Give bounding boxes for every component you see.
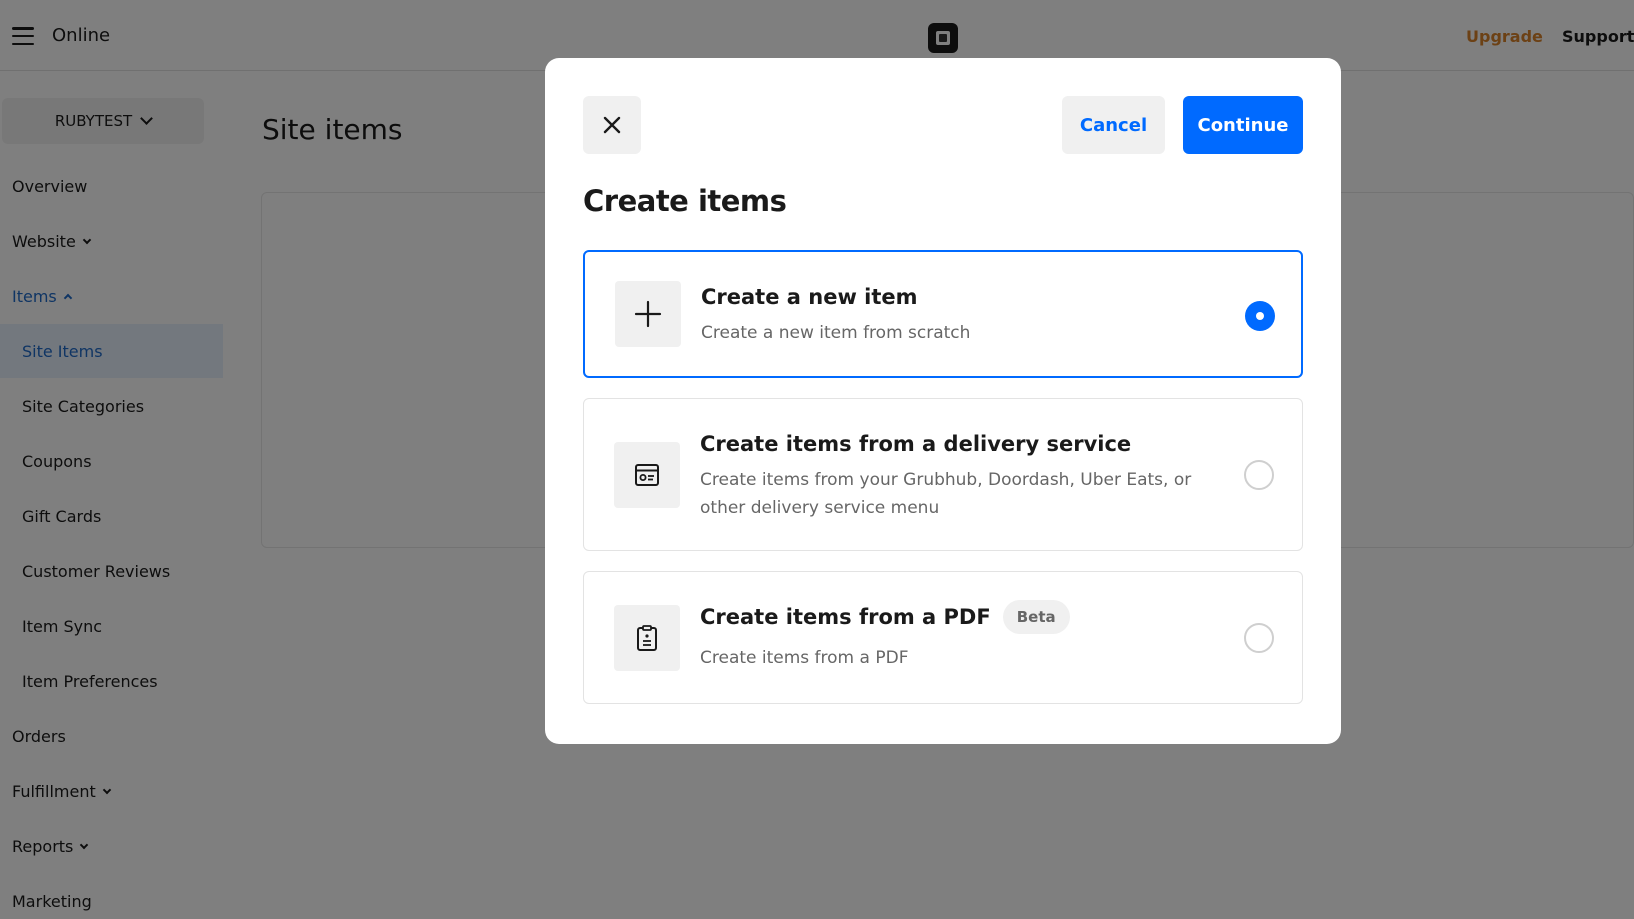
option-description: Create items from a PDF (700, 648, 909, 668)
dialog-title: Create items (583, 184, 787, 218)
option-delivery-service[interactable]: Create items from a delivery service Cre… (583, 398, 1303, 551)
close-icon (603, 116, 621, 134)
create-items-dialog: Cancel Continue Create items Create a ne… (545, 58, 1341, 744)
option-from-pdf[interactable]: Create items from a PDF Beta Create item… (583, 571, 1303, 704)
option-description: Create items from your Grubhub, Doordash… (700, 470, 1192, 518)
close-button[interactable] (583, 96, 641, 154)
option-title: Create a new item (701, 285, 918, 309)
continue-button[interactable]: Continue (1183, 96, 1303, 154)
document-icon (614, 605, 680, 671)
option-title: Create items from a PDF Beta (700, 600, 1070, 634)
storefront-icon (614, 442, 680, 508)
option-title: Create items from a delivery service (700, 432, 1132, 456)
cancel-button[interactable]: Cancel (1062, 96, 1165, 154)
beta-badge: Beta (1002, 600, 1070, 634)
option-radio[interactable] (1244, 460, 1274, 490)
option-radio[interactable] (1244, 623, 1274, 653)
option-radio[interactable] (1245, 301, 1275, 331)
option-create-new-item[interactable]: Create a new item Create a new item from… (583, 250, 1303, 378)
option-description: Create a new item from scratch (701, 323, 971, 343)
plus-icon (615, 281, 681, 347)
